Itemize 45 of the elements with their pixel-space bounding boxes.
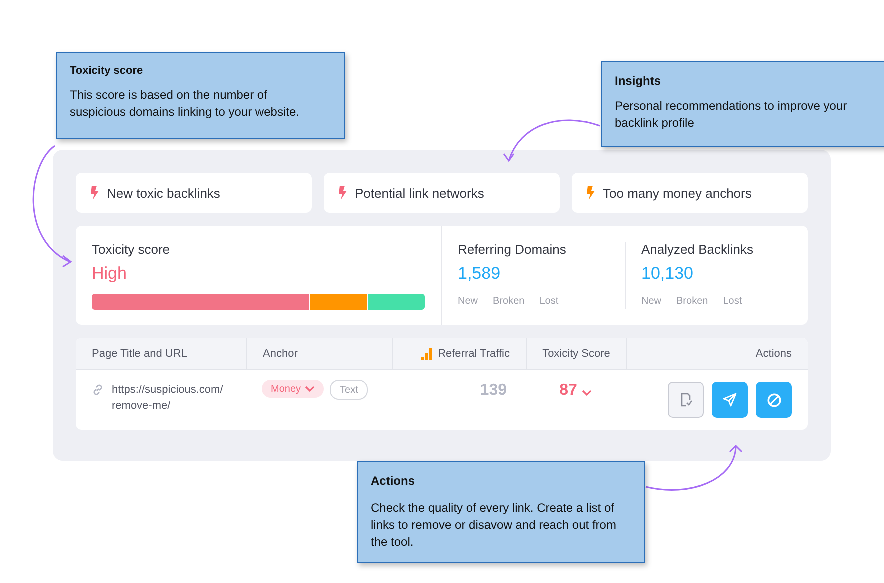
anchor-tag[interactable]: Text bbox=[330, 380, 368, 400]
callout-text: This score is based on the number of suspicious domains linking to your website. bbox=[70, 87, 300, 121]
column-header: Toxicity Score bbox=[542, 348, 610, 360]
column-header: Anchor bbox=[263, 348, 298, 360]
traffic-value: 139 bbox=[480, 382, 507, 400]
stat-link[interactable]: Lost bbox=[723, 296, 742, 307]
send-button[interactable] bbox=[712, 382, 748, 418]
stat-value: 1,589 bbox=[458, 264, 502, 284]
insight-label: New toxic backlinks bbox=[107, 186, 220, 200]
stat-label: Referring Domains bbox=[458, 242, 568, 257]
insight-card[interactable]: New toxic backlinks bbox=[76, 173, 312, 213]
block-button[interactable] bbox=[756, 382, 792, 418]
callout-text: Check the quality of every link. Create a list of links to remove or disavow and reach out from the tool. bbox=[371, 500, 618, 551]
stat-link[interactable]: New bbox=[642, 296, 662, 307]
block-icon bbox=[766, 392, 782, 408]
send-icon bbox=[723, 393, 737, 407]
stat-label: Toxicity score bbox=[92, 242, 172, 257]
bar-segment bbox=[368, 294, 425, 310]
callout-title: Toxicity score bbox=[70, 65, 144, 77]
toxicity-score[interactable]: 87 bbox=[560, 382, 578, 400]
insight-card[interactable]: Potential link networks bbox=[324, 173, 560, 213]
callout-text: Personal recommendations to improve your backlink profile bbox=[615, 98, 848, 132]
stat-label: Analyzed Backlinks bbox=[642, 242, 754, 257]
stat-link[interactable]: Broken bbox=[676, 296, 708, 307]
document-check-icon bbox=[679, 393, 693, 407]
column-header: Referral Traffic bbox=[438, 348, 510, 360]
chevron-down-icon bbox=[305, 386, 316, 392]
link-icon bbox=[92, 384, 104, 396]
bar-chart-icon bbox=[421, 347, 432, 360]
anchor-tag[interactable]: Money bbox=[262, 380, 324, 398]
column-header: Page Title and URL bbox=[92, 348, 188, 360]
chevron-down-icon bbox=[582, 390, 592, 396]
callout-title: Actions bbox=[371, 474, 416, 488]
stat-link[interactable]: Broken bbox=[493, 296, 525, 307]
insight-label: Too many money anchors bbox=[603, 186, 752, 200]
stat-link[interactable]: New bbox=[458, 296, 478, 307]
stat-link[interactable]: Lost bbox=[540, 296, 559, 307]
insight-card[interactable]: Too many money anchors bbox=[572, 173, 808, 213]
callout-title: Insights bbox=[615, 74, 662, 88]
insight-label: Potential link networks bbox=[355, 186, 484, 200]
stat-value: 10,130 bbox=[642, 264, 694, 284]
page-url[interactable]: https://suspicious.com/ remove-me/ bbox=[112, 382, 230, 414]
toxicity-level: High bbox=[92, 264, 128, 284]
column-header: Actions bbox=[756, 348, 792, 360]
review-button[interactable] bbox=[668, 382, 704, 418]
